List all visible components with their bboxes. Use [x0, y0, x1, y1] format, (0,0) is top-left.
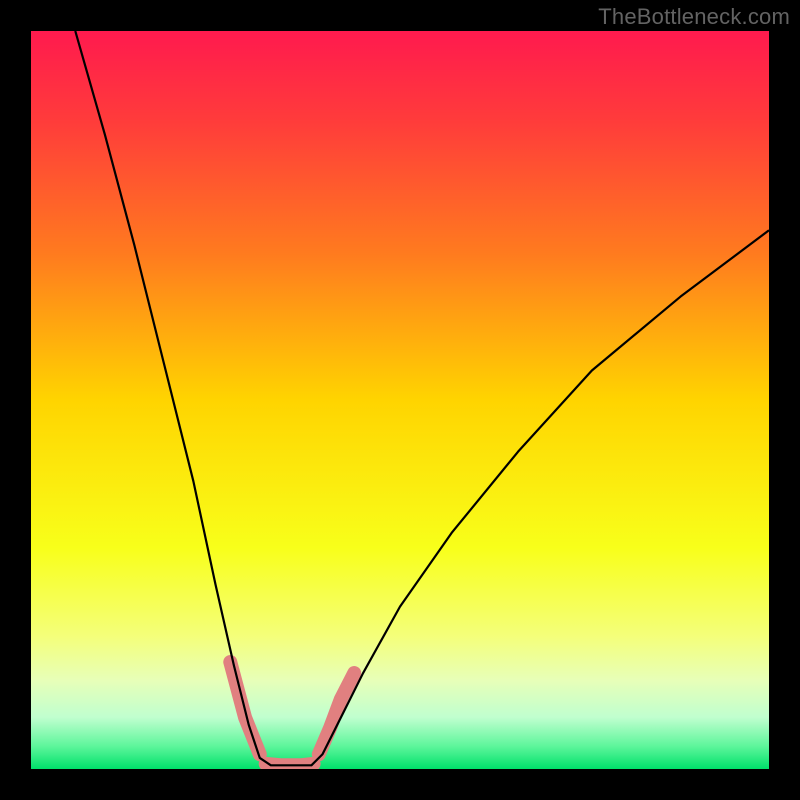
plot-area [31, 31, 769, 769]
gradient-background [31, 31, 769, 769]
chart-frame: TheBottleneck.com [0, 0, 800, 800]
watermark-text: TheBottleneck.com [598, 4, 790, 30]
chart-svg [31, 31, 769, 769]
